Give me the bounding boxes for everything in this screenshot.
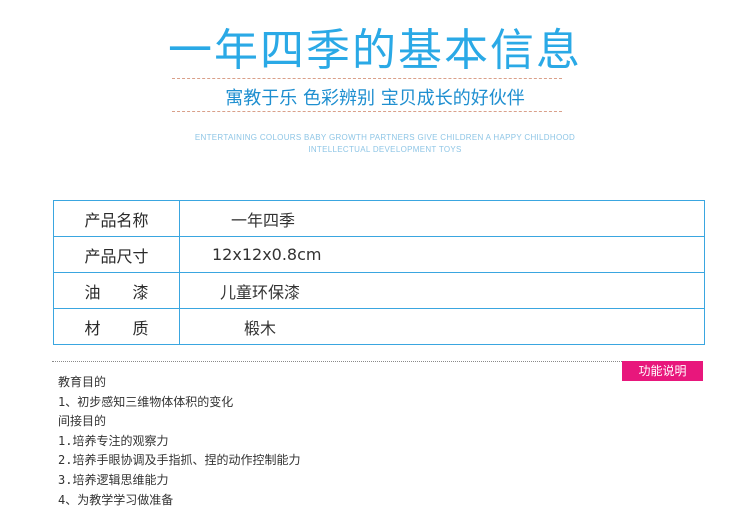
spec-label: 产品尺寸 [53, 236, 180, 273]
divider-bottom [172, 111, 562, 112]
description-line: 3.培养逻辑思维能力 [58, 472, 169, 487]
english-tagline-2: INTELLECTUAL DEVELOPMENT TOYS [308, 145, 462, 154]
english-tagline-1: ENTERTAINING COLOURS BABY GROWTH PARTNER… [194, 133, 576, 142]
dotted-divider [52, 361, 622, 362]
description-line: 1、初步感知三维物体体积的变化 [58, 394, 234, 409]
description-block: 教育目的 1、初步感知三维物体体积的变化 间接目的 1.培养专注的观察力 2.培… [58, 373, 558, 510]
slogan: 寓教于乐 色彩辨别 宝贝成长的好伙伴 [225, 88, 525, 109]
spec-value: 儿童环保漆 [179, 272, 705, 309]
divider-top [172, 78, 562, 79]
table-row: 材 质 椴木 [53, 308, 705, 345]
description-line: 2.培养手眼协调及手指抓、捏的动作控制能力 [58, 453, 301, 468]
description-line: 1.培养专注的观察力 [58, 433, 169, 448]
page-title: 一年四季的基本信息 [168, 25, 582, 76]
spec-value-text: 12x12x0.8cm [212, 245, 322, 264]
description-line: 间接目的 [58, 414, 107, 429]
description-line: 教育目的 [58, 375, 107, 389]
table-row: 产品名称 一年四季 [53, 200, 705, 237]
spec-value-text: 儿童环保漆 [220, 282, 301, 302]
function-description-badge: 功能说明 [622, 361, 703, 381]
spec-value: 12x12x0.8cm [179, 236, 705, 273]
spec-value-text: 椴木 [244, 318, 277, 338]
table-row: 油 漆 儿童环保漆 [53, 272, 705, 309]
spec-value: 一年四季 [179, 200, 705, 237]
table-row: 产品尺寸 12x12x0.8cm [53, 236, 705, 273]
spec-label: 油 漆 [53, 272, 180, 309]
spec-label: 产品名称 [53, 200, 180, 237]
spec-value-text: 一年四季 [231, 210, 296, 230]
spec-value: 椴木 [179, 308, 705, 345]
spec-table: 产品名称 一年四季 产品尺寸 12x12x0.8cm 油 漆 儿童环保漆 材 质… [53, 200, 705, 345]
description-line: 4、为教学学习做准备 [58, 492, 174, 507]
spec-label: 材 质 [53, 308, 180, 345]
